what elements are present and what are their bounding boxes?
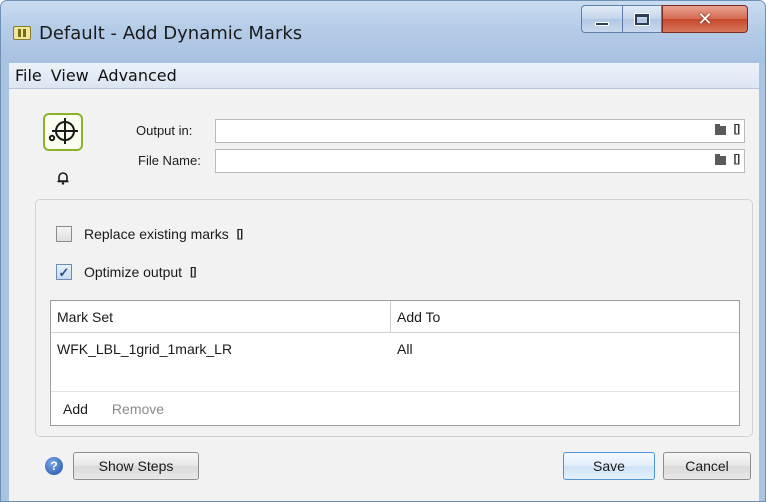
replace-existing-row[interactable]: Replace existing marks []: [56, 226, 243, 242]
output-in-field[interactable]: []: [215, 119, 745, 143]
output-in-input[interactable]: [216, 120, 686, 142]
app-icon: [13, 26, 31, 40]
window-title: Default - Add Dynamic Marks: [39, 23, 303, 44]
save-button[interactable]: Save: [563, 452, 655, 480]
file-name-field[interactable]: []: [215, 149, 745, 173]
optimize-output-row[interactable]: ✓ Optimize output []: [56, 264, 196, 280]
column-header-add-to[interactable]: Add To: [391, 301, 440, 333]
variable-bracket-icon[interactable]: []: [734, 153, 740, 165]
table-cell[interactable]: All: [391, 333, 413, 365]
menu-advanced[interactable]: Advanced: [98, 66, 177, 85]
options-panel: Replace existing marks [] ✓ Optimize out…: [35, 199, 753, 437]
close-icon: ✕: [697, 8, 713, 30]
optimize-output-checkbox[interactable]: ✓: [56, 264, 72, 280]
table-header: Mark Set Add To: [51, 301, 739, 333]
maximize-button[interactable]: [622, 5, 662, 33]
replace-existing-checkbox[interactable]: [56, 226, 72, 242]
minimize-button[interactable]: [581, 5, 623, 33]
replace-existing-label[interactable]: Replace existing marks: [84, 226, 229, 242]
folder-icon[interactable]: [715, 154, 726, 165]
output-in-label: Output in:: [136, 123, 193, 138]
bell-icon[interactable]: [56, 171, 70, 188]
maximize-icon: [635, 13, 649, 25]
crosshair-gear-icon[interactable]: [43, 113, 83, 151]
column-header-mark-set[interactable]: Mark Set: [51, 301, 391, 333]
help-icon[interactable]: ?: [45, 457, 63, 475]
checkmark-icon: ✓: [58, 264, 70, 280]
table-footer: Add Remove: [51, 391, 739, 425]
dialog-content: Output in: [] File Name: [] Replace exis…: [9, 89, 759, 501]
menu-bar: File View Advanced: [9, 63, 759, 89]
menu-file[interactable]: File: [15, 66, 42, 85]
variable-bracket-icon[interactable]: []: [734, 123, 740, 135]
remove-row-button[interactable]: Remove: [112, 401, 164, 417]
mark-set-table: Mark Set Add To WFK_LBL_1grid_1mark_LR A…: [50, 300, 740, 426]
folder-icon[interactable]: [715, 124, 726, 135]
table-cell[interactable]: WFK_LBL_1grid_1mark_LR: [51, 333, 391, 365]
optimize-output-label[interactable]: Optimize output: [84, 264, 182, 280]
variable-bracket-icon[interactable]: []: [237, 228, 243, 240]
minimize-icon: [595, 22, 609, 26]
file-name-input[interactable]: [216, 150, 686, 172]
table-row[interactable]: WFK_LBL_1grid_1mark_LR All: [51, 333, 739, 365]
add-row-button[interactable]: Add: [63, 401, 88, 417]
file-name-label: File Name:: [138, 153, 201, 168]
title-bar[interactable]: Default - Add Dynamic Marks ✕: [1, 1, 765, 63]
close-button[interactable]: ✕: [662, 5, 748, 33]
app-window: Default - Add Dynamic Marks ✕ File View …: [0, 0, 766, 502]
menu-view[interactable]: View: [51, 66, 89, 85]
show-steps-button[interactable]: Show Steps: [73, 452, 199, 480]
variable-bracket-icon[interactable]: []: [190, 266, 196, 278]
cancel-button[interactable]: Cancel: [663, 452, 751, 480]
